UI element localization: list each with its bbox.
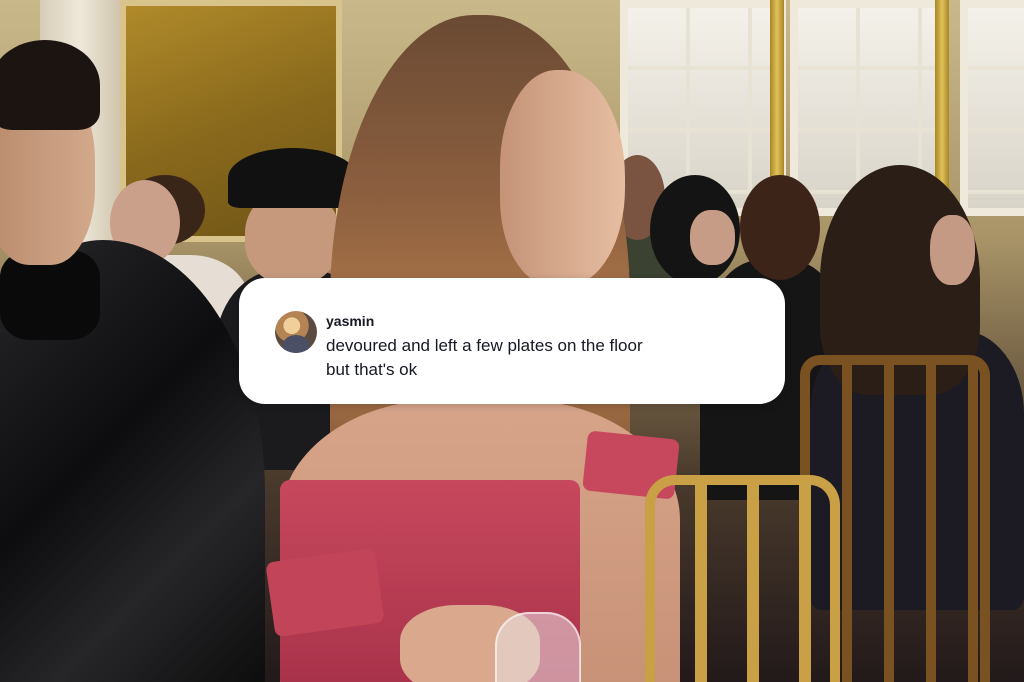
comment-text: devoured and left a few plates on the fl… [326, 336, 643, 379]
user-avatar-icon[interactable] [275, 311, 317, 353]
background-guest-head [930, 215, 975, 285]
background-window [960, 0, 1024, 216]
comment-reply-card[interactable]: yasmin devoured and left a few plates on… [239, 278, 785, 404]
photo-scene: yasmin devoured and left a few plates on… [0, 0, 1024, 682]
gold-chair [645, 475, 840, 682]
gold-trim [770, 0, 784, 200]
background-guest-head [740, 175, 820, 280]
foreground-woman-face [500, 70, 625, 285]
foreground-man-hair [0, 40, 100, 130]
gold-trim [935, 0, 949, 200]
wine-glass [495, 612, 581, 682]
comment-username[interactable]: yasmin [326, 313, 374, 329]
background-guest-head [690, 210, 735, 265]
cap [228, 148, 358, 208]
dress-sleeve [265, 547, 385, 638]
